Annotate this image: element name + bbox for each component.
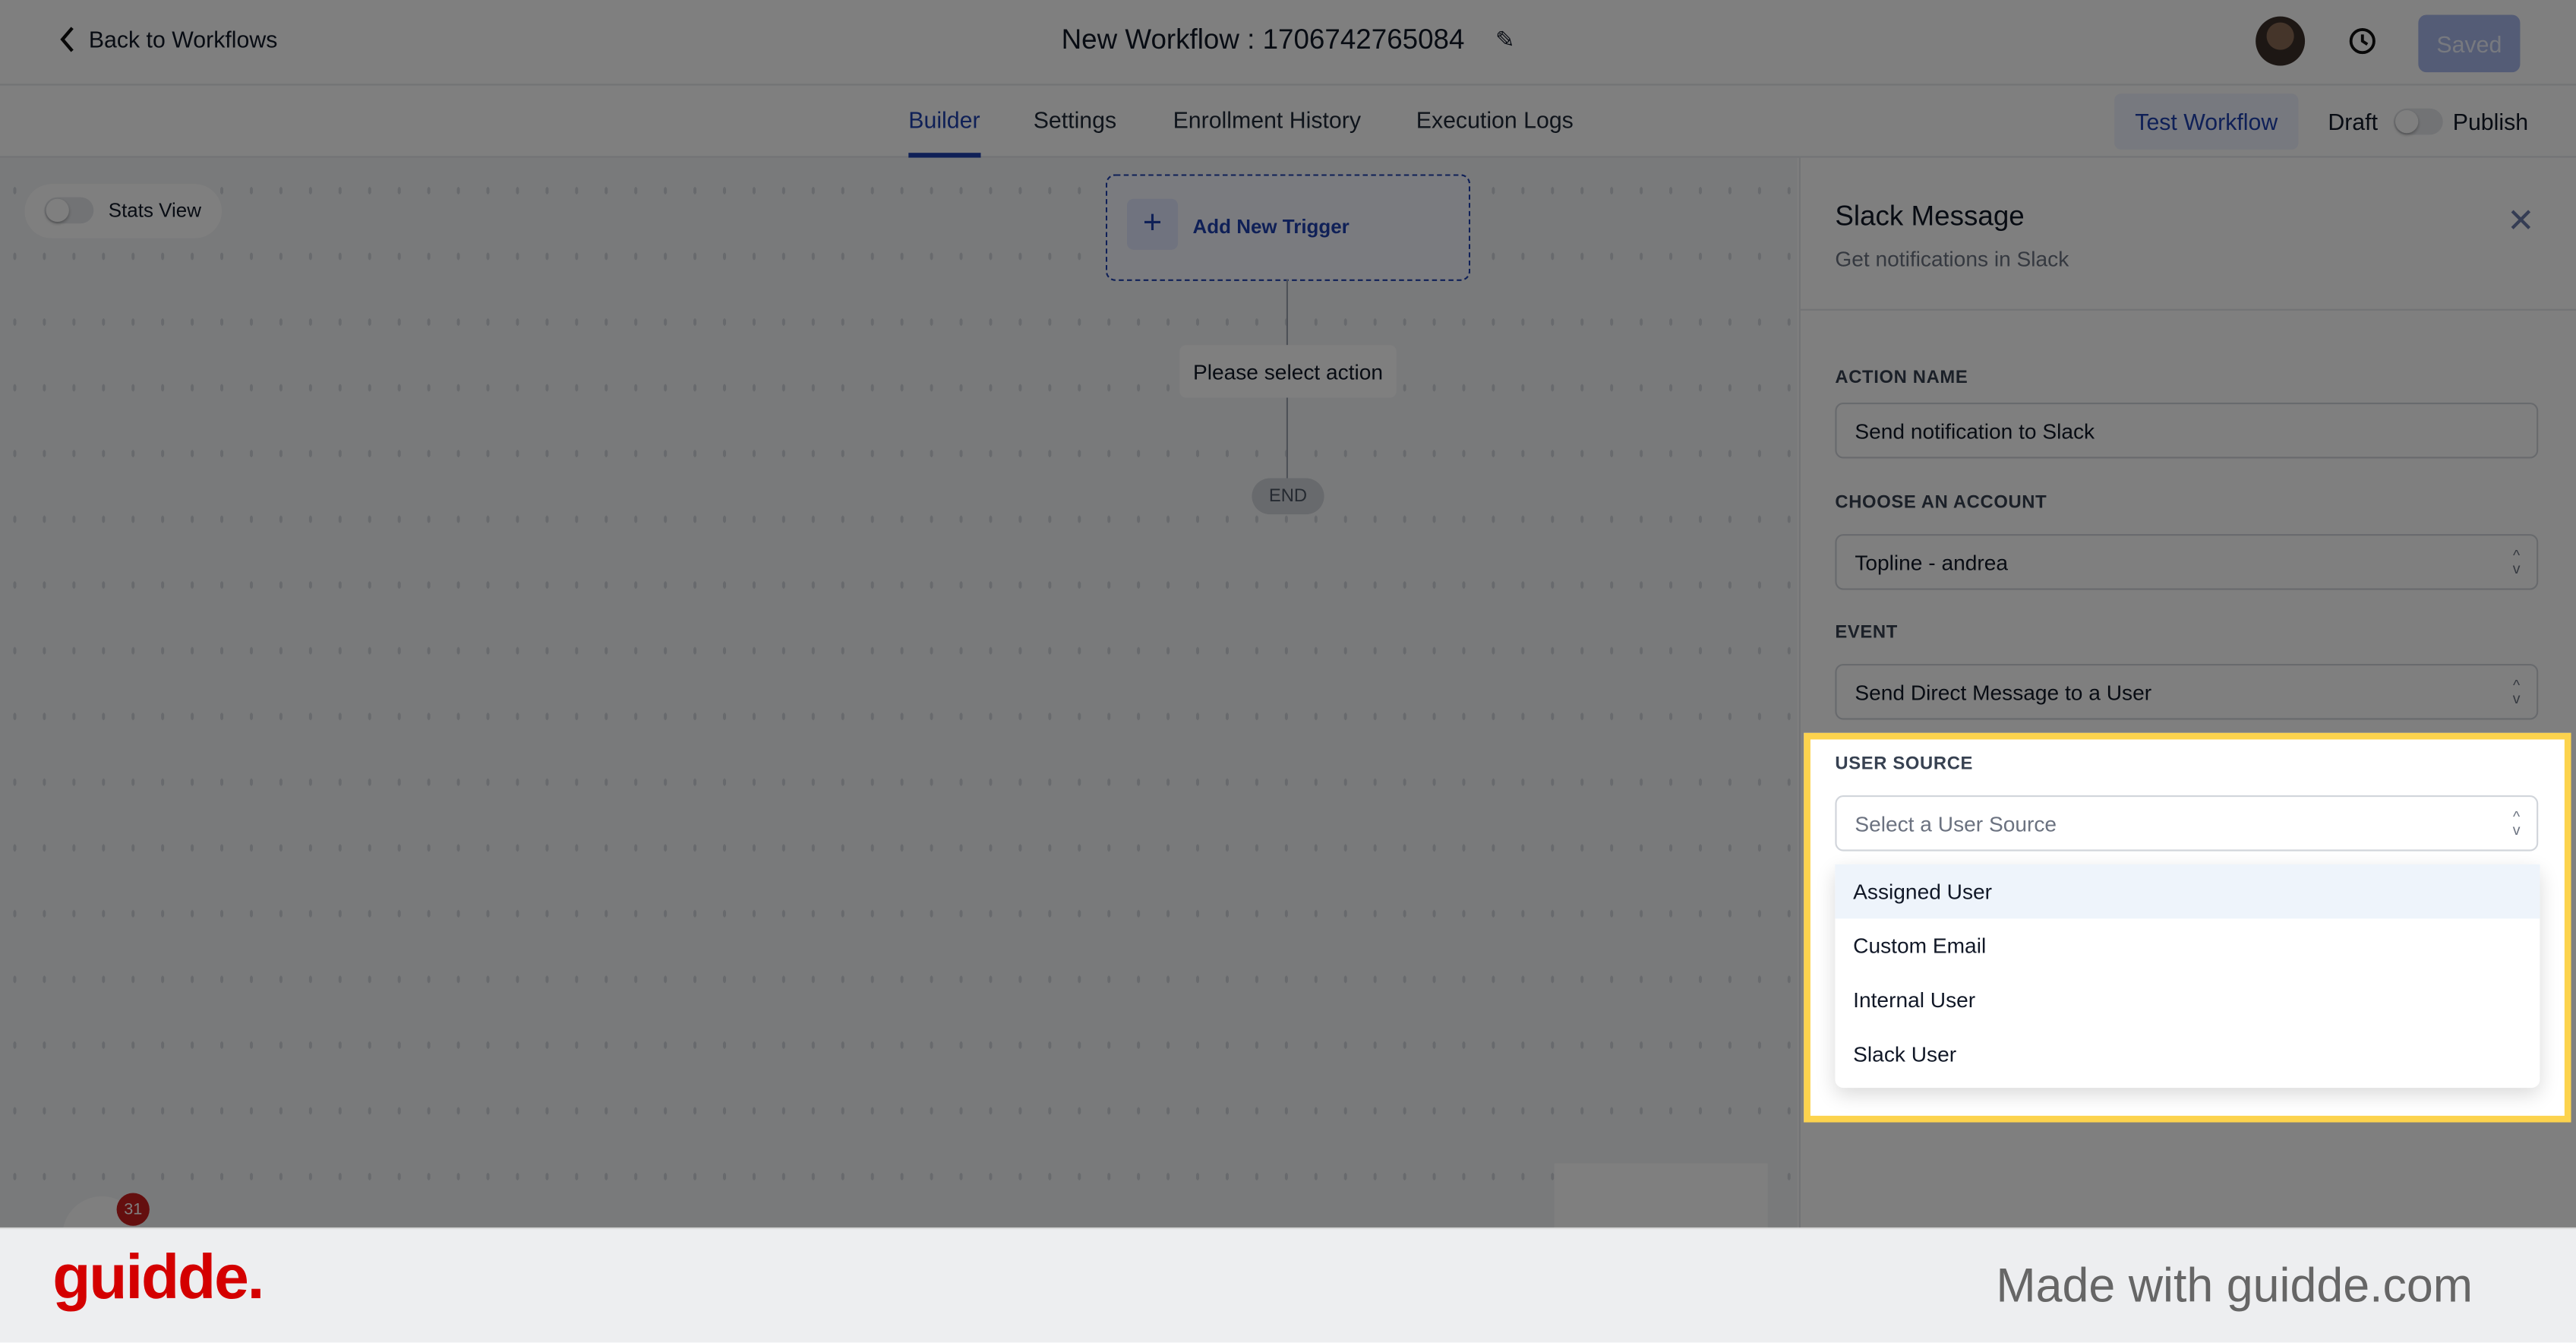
chevron-updown-icon: ^ v <box>2512 547 2521 577</box>
stats-view-toggle[interactable] <box>44 197 94 224</box>
history-clock-icon[interactable] <box>2346 24 2379 57</box>
option-custom-email[interactable]: Custom Email <box>1835 918 2540 972</box>
screenshot-stage: Back to Workflows New Workflow : 1706742… <box>0 0 2576 1343</box>
event-select[interactable]: Send Direct Message to a User ^ v <box>1835 663 2539 720</box>
option-internal-user[interactable]: Internal User <box>1835 973 2540 1027</box>
user-source-placeholder: Select a User Source <box>1855 811 2057 836</box>
notification-badge: 31 <box>116 1193 150 1226</box>
select-action-node[interactable]: Please select action <box>1179 345 1397 398</box>
tab-settings[interactable]: Settings <box>1034 107 1116 134</box>
option-slack-user[interactable]: Slack User <box>1835 1027 2540 1081</box>
chevron-updown-icon: ^ v <box>2512 808 2521 839</box>
user-source-dropdown: Assigned User Custom Email Internal User… <box>1835 864 2540 1089</box>
workflow-title: New Workflow : 1706742765084 ✎ <box>0 23 2576 56</box>
event-value: Send Direct Message to a User <box>1855 679 2152 704</box>
plus-icon[interactable]: + <box>1127 198 1179 250</box>
action-name-label: ACTION NAME <box>1835 368 1968 388</box>
event-label: EVENT <box>1835 622 1898 643</box>
connector-line <box>1286 279 1289 346</box>
tab-builder[interactable]: Builder <box>908 107 980 158</box>
user-source-select[interactable]: Select a User Source ^ v <box>1835 795 2539 852</box>
action-name-value: Send notification to Slack <box>1855 418 2095 444</box>
tab-enrollment-history[interactable]: Enrollment History <box>1173 107 1361 134</box>
panel-subtitle: Get notifications in Slack <box>1835 246 2069 271</box>
guidde-logo: guidde. <box>52 1243 264 1313</box>
publish-toggle[interactable] <box>2393 108 2443 135</box>
test-workflow-button[interactable]: Test Workflow <box>2114 93 2299 150</box>
account-label: CHOOSE AN ACCOUNT <box>1835 492 2047 513</box>
add-trigger-label[interactable]: Add New Trigger <box>1193 215 1350 238</box>
stats-view-label: Stats View <box>108 198 201 223</box>
option-assigned-user[interactable]: Assigned User <box>1835 864 2540 919</box>
saved-button[interactable]: Saved <box>2418 14 2521 73</box>
connector-line <box>1286 397 1289 479</box>
avatar[interactable] <box>2256 16 2306 66</box>
chevron-updown-icon: ^ v <box>2512 677 2521 707</box>
workflow-canvas[interactable] <box>0 157 1798 1228</box>
panel-title: Slack Message <box>1835 200 2025 232</box>
draft-label: Draft <box>2328 108 2378 135</box>
edit-pencil-icon[interactable]: ✎ <box>1495 27 1514 53</box>
user-source-label: USER SOURCE <box>1835 754 1974 774</box>
tab-execution-logs[interactable]: Execution Logs <box>1416 107 1574 134</box>
account-value: Topline - andrea <box>1855 549 2009 575</box>
action-name-input[interactable]: Send notification to Slack <box>1835 403 2539 459</box>
divider <box>1798 308 2576 311</box>
end-node: END <box>1252 478 1324 515</box>
made-with-text: Made with guidde.com <box>1996 1260 2473 1313</box>
account-select[interactable]: Topline - andrea ^ v <box>1835 534 2539 590</box>
minimap[interactable] <box>1554 1163 1768 1228</box>
close-icon[interactable]: ✕ <box>2507 201 2534 242</box>
publish-label: Publish <box>2452 108 2529 135</box>
workflow-title-text: New Workflow : 1706742765084 <box>1061 24 1465 55</box>
